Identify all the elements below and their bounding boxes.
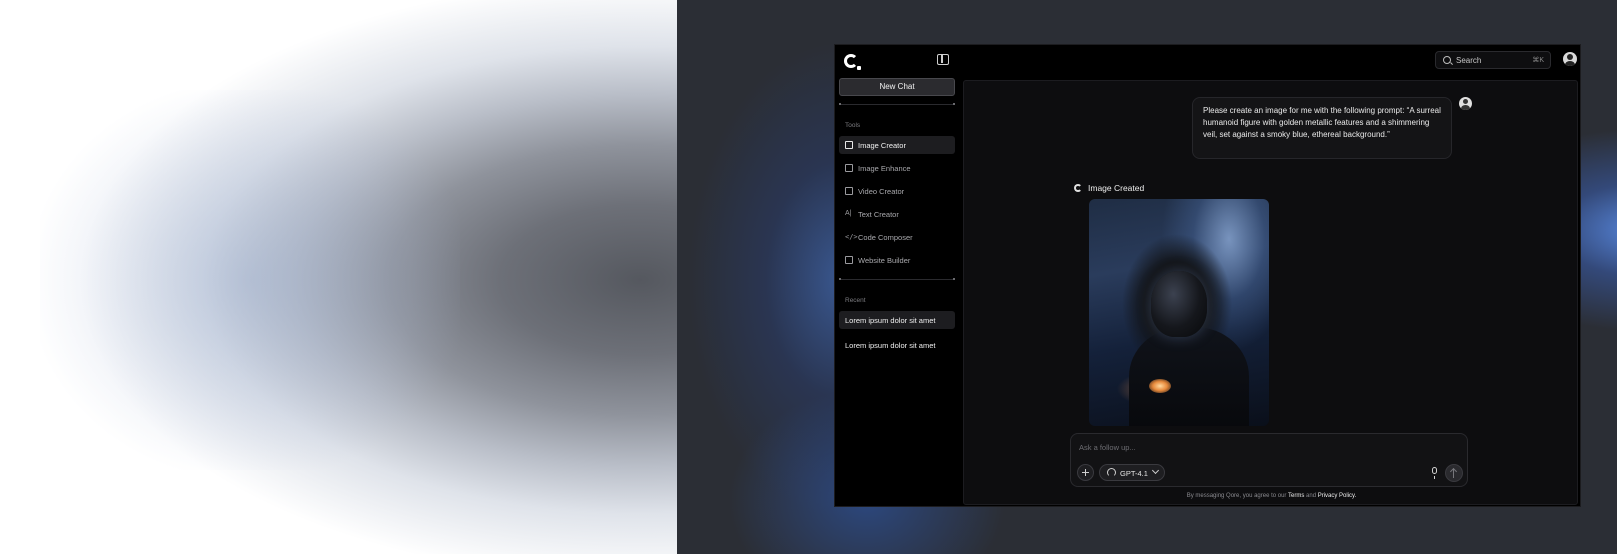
disclaimer-and: and (1306, 493, 1317, 499)
sidebar-item-label: Image Enhance (858, 164, 911, 173)
sidebar-item-label: Code Composer (858, 233, 913, 242)
video-icon (845, 187, 853, 195)
sidebar-item-image-enhance[interactable]: Image Enhance (839, 159, 955, 177)
model-icon (1107, 468, 1116, 477)
top-bar: Search ⌘K (835, 45, 1580, 77)
search-input[interactable]: Search ⌘K (1435, 51, 1551, 69)
sidebar-item-code-composer[interactable]: </> Code Composer (839, 228, 955, 246)
voice-input-button[interactable] (1429, 466, 1441, 480)
disclaimer-text: By messaging Qore, you agree to our (1186, 493, 1287, 499)
backdrop-left (0, 0, 677, 554)
arrow-up-icon (1453, 469, 1454, 478)
search-shortcut: ⌘K (1532, 57, 1544, 64)
generated-image[interactable] (1089, 199, 1269, 426)
figure-body-shape (1129, 327, 1249, 426)
follow-up-input[interactable] (1079, 441, 1379, 453)
plus-icon (1078, 465, 1093, 480)
sidebar-item-video-creator[interactable]: Video Creator (839, 182, 955, 200)
sidebar-item-image-creator[interactable]: Image Creator (839, 136, 955, 154)
figure-light-shape (1149, 379, 1171, 393)
sidebar: New Chat Tools Image Creator Image Enhan… (835, 77, 960, 508)
recent-heading: Recent (845, 297, 866, 304)
assistant-status: Image Created (1088, 183, 1145, 193)
terms-link[interactable]: Terms (1288, 493, 1304, 499)
privacy-policy-link[interactable]: Privacy Policy. (1318, 493, 1357, 499)
user-message-avatar (1459, 97, 1472, 110)
model-label: GPT-4.1 (1120, 469, 1148, 478)
sidebar-item-label: Image Creator (858, 141, 906, 150)
sidebar-divider (839, 278, 955, 280)
sidebar-divider (839, 103, 955, 105)
sidebar-item-label: Text Creator (858, 210, 899, 219)
assistant-logo-icon (1074, 184, 1082, 192)
add-attachment-button[interactable] (1077, 464, 1094, 481)
sidebar-toggle-icon[interactable] (937, 54, 949, 65)
user-avatar[interactable] (1563, 52, 1577, 66)
chat-panel: Please create an image for me with the f… (963, 80, 1578, 505)
qore-logo-icon[interactable] (844, 54, 861, 70)
message-composer: GPT-4.1 (1070, 433, 1468, 487)
microphone-icon (1432, 467, 1437, 479)
search-icon (1443, 56, 1451, 64)
terms-disclaimer: By messaging Qore, you agree to our Term… (964, 493, 1579, 499)
figure-head-shape (1151, 271, 1207, 337)
recent-chat-item[interactable]: Lorem ipsum dolor sit amet (839, 336, 955, 354)
code-icon: </> (845, 233, 858, 241)
image-icon (845, 141, 853, 149)
sidebar-item-text-creator[interactable]: A| Text Creator (839, 205, 955, 223)
tools-heading: Tools (845, 122, 861, 129)
send-button[interactable] (1445, 464, 1463, 482)
website-icon (845, 256, 853, 264)
chevron-down-icon (1151, 466, 1160, 475)
model-selector[interactable]: GPT-4.1 (1099, 464, 1165, 481)
sidebar-item-website-builder[interactable]: Website Builder (839, 251, 955, 269)
recent-chat-item[interactable]: Lorem ipsum dolor sit amet (839, 311, 955, 329)
recent-chat-label: Lorem ipsum dolor sit amet (845, 316, 936, 325)
sidebar-item-label: Website Builder (858, 256, 911, 265)
sidebar-item-label: Video Creator (858, 187, 905, 196)
recent-chat-label: Lorem ipsum dolor sit amet (845, 341, 936, 350)
app-window: Search ⌘K New Chat Tools Image Creator I… (834, 44, 1581, 507)
user-message-bubble: Please create an image for me with the f… (1192, 97, 1452, 159)
image-enhance-icon (845, 164, 853, 172)
text-icon: A| (845, 210, 852, 217)
search-placeholder: Search (1456, 56, 1482, 65)
new-chat-button[interactable]: New Chat (839, 78, 955, 96)
